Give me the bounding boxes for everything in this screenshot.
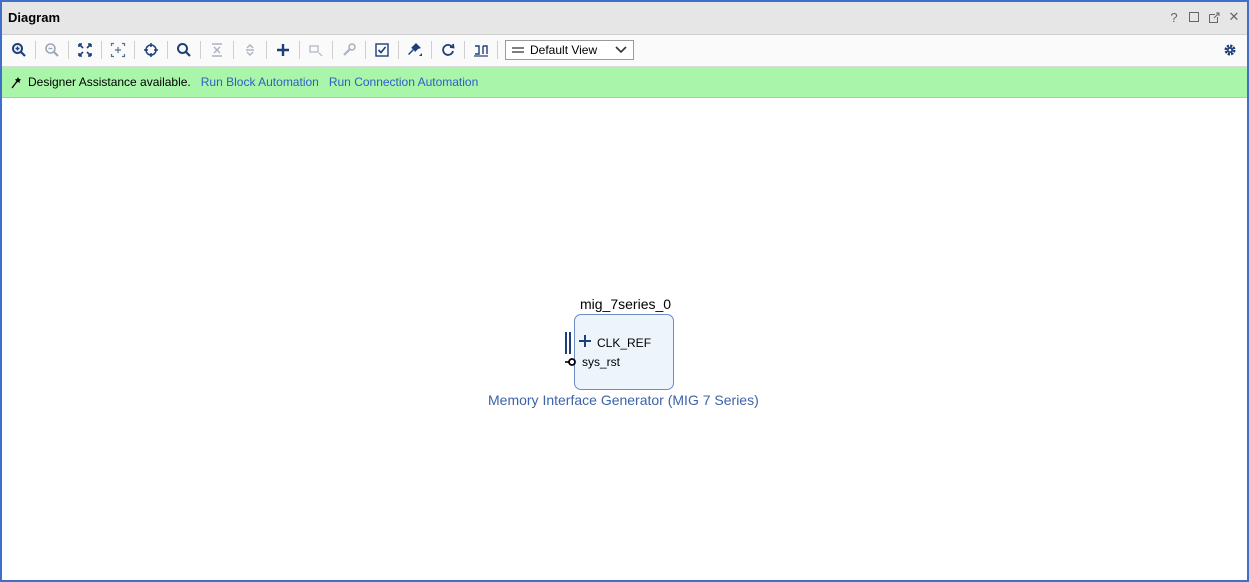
toolbar-separator [431, 41, 432, 59]
toolbar-separator [332, 41, 333, 59]
toolbar-separator [464, 41, 465, 59]
maximize-icon [1189, 12, 1199, 22]
fit-view-button[interactable] [74, 39, 96, 61]
toolbar-separator [497, 41, 498, 59]
zoom-out-button[interactable] [41, 39, 63, 61]
wrench-icon [343, 43, 356, 56]
designer-assistance-bar: Designer Assistance available. Run Block… [2, 67, 1247, 98]
validate-icon [375, 43, 389, 57]
properties-button[interactable] [338, 39, 360, 61]
validate-button[interactable] [371, 39, 393, 61]
float-button[interactable] [1207, 8, 1221, 26]
title-bar: Diagram ? ✕ [2, 2, 1247, 35]
optimize-routing-button[interactable] [470, 39, 492, 61]
chevron-down-icon [615, 46, 627, 54]
view-select[interactable]: Default View [505, 40, 634, 60]
add-module-button[interactable] [305, 39, 327, 61]
zoom-area-icon [110, 42, 126, 58]
port-sys-rst: sys_rst [582, 355, 621, 369]
zoom-in-button[interactable] [8, 39, 30, 61]
float-icon [1208, 12, 1219, 23]
toolbar-separator [266, 41, 267, 59]
wand-icon [11, 76, 21, 88]
toolbar-separator [365, 41, 366, 59]
gear-icon [1224, 44, 1236, 56]
zoom-out-icon [45, 43, 59, 57]
help-button[interactable]: ? [1167, 8, 1181, 26]
optimize-routing-icon [474, 45, 488, 57]
toolbar-separator [35, 41, 36, 59]
regenerate-layout-button[interactable] [437, 39, 459, 61]
search-button[interactable] [173, 39, 195, 61]
add-module-icon [309, 45, 323, 57]
reset-pin-icon[interactable] [565, 357, 577, 367]
block-description: Memory Interface Generator (MIG 7 Series… [488, 392, 759, 408]
toolbar-separator [134, 41, 135, 59]
collapse-all-button[interactable] [206, 39, 228, 61]
window-title: Diagram [8, 10, 61, 25]
block-instance-name: mig_7series_0 [580, 296, 672, 312]
toolbar-separator [398, 41, 399, 59]
expand-interface-icon[interactable] [578, 334, 592, 348]
toolbar-separator [101, 41, 102, 59]
run-block-automation-link[interactable]: Run Block Automation [201, 75, 319, 89]
center-icon [144, 43, 158, 57]
maximize-button[interactable] [1187, 8, 1201, 26]
expand-all-icon [246, 44, 254, 56]
toolbar-separator [299, 41, 300, 59]
zoom-area-button[interactable] [107, 39, 129, 61]
toolbar-separator [233, 41, 234, 59]
view-select-value: Default View [530, 43, 598, 57]
window-controls: ? ✕ [1167, 8, 1241, 26]
diagram-canvas[interactable]: mig_7series_0 CLK_REF sys_rst Memory Int… [2, 98, 1247, 580]
search-icon [177, 43, 191, 57]
toolbar-separator [167, 41, 168, 59]
diagram-toolbar: Default View [2, 35, 1247, 67]
toolbar-separator [68, 41, 69, 59]
settings-button[interactable] [1223, 43, 1237, 62]
add-ip-icon [277, 44, 289, 56]
collapse-all-icon [212, 43, 222, 57]
mig-ip-block[interactable] [574, 314, 674, 390]
interface-port-icon[interactable] [564, 332, 572, 354]
pin-button[interactable] [404, 39, 426, 61]
toolbar-separator [200, 41, 201, 59]
center-button[interactable] [140, 39, 162, 61]
zoom-in-icon [12, 43, 26, 57]
expand-all-button[interactable] [239, 39, 261, 61]
close-button[interactable]: ✕ [1227, 8, 1241, 26]
fit-view-icon [78, 43, 92, 57]
view-list-icon [512, 47, 524, 53]
diagram-window: Diagram ? ✕ Default View Designer Assist… [0, 0, 1249, 582]
pin-icon [408, 43, 422, 56]
run-connection-automation-link[interactable]: Run Connection Automation [329, 75, 478, 89]
regenerate-layout-icon [442, 43, 455, 56]
add-ip-button[interactable] [272, 39, 294, 61]
assistance-message: Designer Assistance available. [28, 75, 191, 89]
port-clk-ref: CLK_REF [597, 336, 652, 350]
